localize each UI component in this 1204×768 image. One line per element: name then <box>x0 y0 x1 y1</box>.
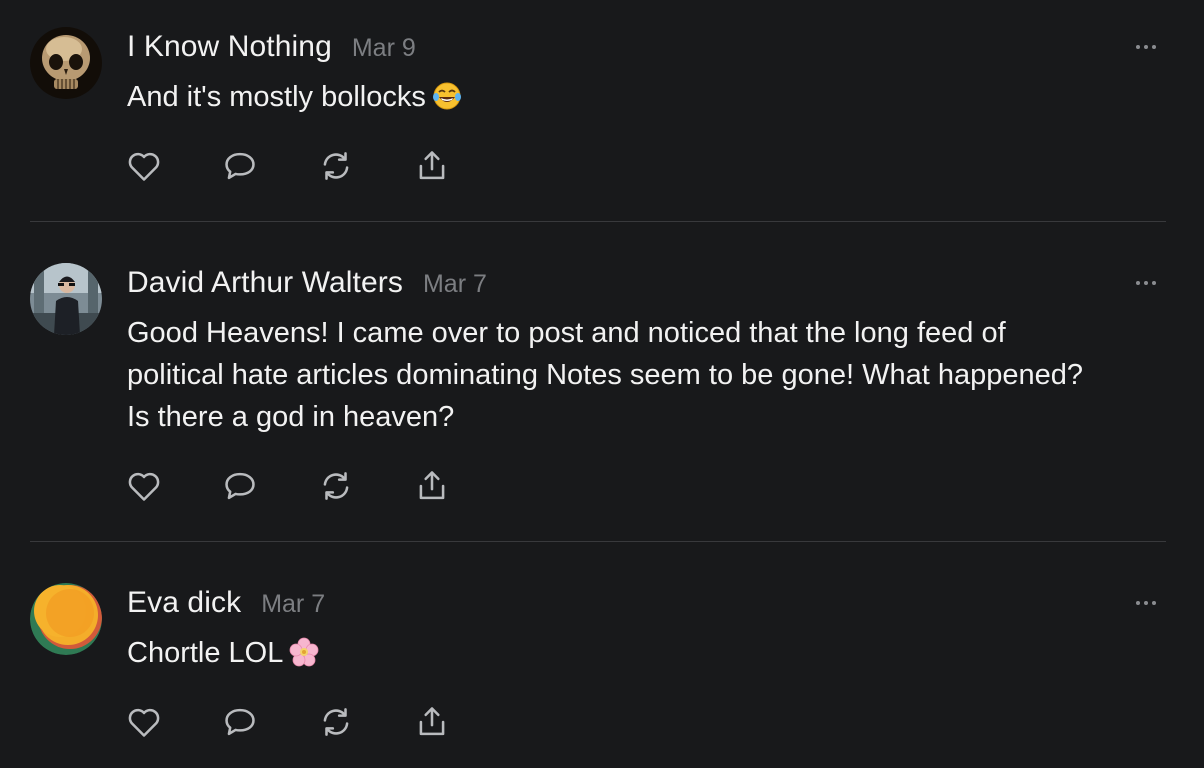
author-name[interactable]: Eva dick <box>127 586 241 620</box>
comment-icon[interactable] <box>220 702 260 742</box>
share-icon[interactable] <box>412 702 452 742</box>
cherry-blossom-emoji <box>289 637 319 679</box>
note-actions <box>124 702 508 742</box>
notes-feed: I Know Nothing Mar 9 And it's mostly bol… <box>0 0 1204 768</box>
heart-icon[interactable] <box>124 702 164 742</box>
note-header: Eva dick Mar 7 <box>127 586 325 620</box>
note-text: Chortle LOL <box>127 632 1177 679</box>
note-text-line: Chortle LOL <box>127 637 284 669</box>
restack-icon[interactable] <box>316 702 356 742</box>
note-date[interactable]: Mar 7 <box>261 590 325 619</box>
note-item: Eva dick Mar 7 Chortle LOL <box>0 0 1204 768</box>
more-options-icon[interactable] <box>1128 593 1164 613</box>
orange-circle-avatar[interactable] <box>30 583 102 655</box>
